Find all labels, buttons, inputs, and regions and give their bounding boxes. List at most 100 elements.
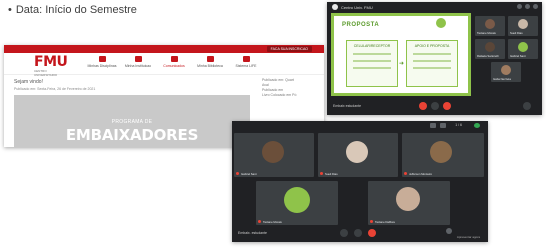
meeting-name: Embaix estudante bbox=[333, 104, 362, 108]
camera-icon[interactable] bbox=[431, 102, 439, 110]
caption-text: Data: Início do Semestre bbox=[15, 4, 137, 16]
participant-tile[interactable]: Jefferson Monteiro bbox=[402, 133, 484, 177]
avatar bbox=[430, 141, 452, 163]
meeting-name: Embaix. estudante bbox=[238, 231, 267, 235]
card-line bbox=[353, 67, 391, 69]
avatar bbox=[485, 42, 495, 52]
avatar bbox=[396, 187, 420, 211]
card-line bbox=[353, 60, 391, 62]
portal-top-bar: FACA SUA INSCRICAO bbox=[4, 45, 324, 53]
top-controls bbox=[517, 4, 538, 9]
participant-name: Rafaela Sartorelli bbox=[477, 54, 499, 58]
participant-name: Jefferson Monteiro bbox=[409, 172, 433, 176]
slide-card: CELULAR/RECEPTOR bbox=[346, 40, 398, 87]
mic-off-icon bbox=[236, 172, 239, 175]
participant-tile[interactable]: Sueli Dias bbox=[318, 133, 398, 177]
slide-card: APOIO E PROPOSTA bbox=[406, 40, 458, 87]
participant-name: Taciane Morais bbox=[263, 220, 282, 224]
meeting-window-grid: 1 / 6 Gabriel Sant Sueli Dias Jefferson … bbox=[232, 121, 488, 242]
mic-off-icon[interactable] bbox=[419, 102, 427, 110]
participant-name: Taciane Dalfiore bbox=[375, 220, 396, 224]
people-icon[interactable] bbox=[430, 123, 436, 128]
book-icon bbox=[98, 56, 106, 62]
avatar bbox=[284, 187, 310, 213]
seal-icon bbox=[436, 18, 446, 28]
participant-tile[interactable]: Sueli Dias bbox=[508, 16, 538, 36]
avatar bbox=[485, 19, 495, 29]
meeting-window-presentation: Centro Univ. FMU PROPOSTA CELULAR/RECEPT… bbox=[327, 2, 542, 115]
chat-icon[interactable] bbox=[525, 4, 530, 9]
menu-label: Minha Biblioteca bbox=[197, 64, 223, 68]
participant-tile[interactable]: Gaba Nezzeta bbox=[491, 62, 521, 82]
participant-name: Sueli Dias bbox=[510, 31, 523, 35]
menu-comunicados[interactable]: Comunicados bbox=[156, 55, 192, 68]
card-line bbox=[413, 53, 451, 55]
mic-off-icon bbox=[258, 220, 261, 223]
mic-off-icon bbox=[320, 172, 323, 175]
meeting-controls: Embaix estudante bbox=[327, 98, 542, 115]
banner-title: EMBAIXADORES ESTUDANTIS bbox=[65, 126, 199, 147]
participant-name: Sueli Dias bbox=[325, 172, 338, 176]
post-title: Sejam vindo! bbox=[14, 79, 43, 85]
camera-icon[interactable] bbox=[354, 229, 362, 237]
activities-icon[interactable] bbox=[533, 4, 538, 9]
menu-life[interactable]: Sistema LIFE bbox=[228, 55, 264, 68]
menu-label: Minha Instituicao bbox=[124, 64, 152, 68]
arrow-right-icon: ➜ bbox=[399, 61, 405, 67]
meeting-controls: Embaix. estudante Apresentar agora bbox=[232, 225, 488, 242]
participant-name: Gabriel Sant bbox=[241, 172, 257, 176]
program-banner: PROGRAMA DE EMBAIXADORES ESTUDANTIS bbox=[14, 95, 250, 147]
avatar bbox=[518, 42, 528, 52]
participant-tile[interactable]: Taciane Morais bbox=[475, 16, 505, 36]
participant-name: Taciane Morais bbox=[477, 31, 496, 35]
meeting-title: Centro Univ. FMU bbox=[341, 5, 373, 10]
avatar bbox=[346, 141, 368, 163]
menu-instituicao[interactable]: Minha Instituicao bbox=[120, 55, 156, 68]
present-icon[interactable] bbox=[523, 102, 531, 110]
present-icon[interactable] bbox=[446, 228, 452, 234]
mic-off-icon bbox=[370, 220, 373, 223]
participant-tile[interactable]: Gabriel Sant bbox=[234, 133, 314, 177]
portal-menu: Minhas Disciplinas Minha Instituicao Com… bbox=[84, 55, 264, 68]
avatar bbox=[518, 19, 528, 29]
slide-content: PROPOSTA CELULAR/RECEPTOR ➜ APOIO E PROP… bbox=[334, 16, 468, 93]
post-date: Publicado em: Sexta-Feira, 26 de Feverei… bbox=[14, 87, 96, 91]
people-icon[interactable] bbox=[517, 4, 522, 9]
menu-biblioteca[interactable]: Minha Biblioteca bbox=[192, 55, 228, 68]
card-title: CELULAR/RECEPTOR bbox=[353, 44, 391, 48]
slide-caption: • Data: Início do Semestre bbox=[8, 4, 137, 16]
caption-bullet: • bbox=[8, 4, 12, 16]
end-call-icon[interactable] bbox=[368, 229, 376, 237]
menu-label: Comunicados bbox=[163, 64, 185, 68]
participant-grid: Gabriel Sant Sueli Dias Jefferson Montei… bbox=[234, 133, 486, 225]
library-icon bbox=[206, 56, 214, 62]
participant-tile[interactable]: Taciane Morais bbox=[256, 181, 338, 225]
sidebar-line[interactable]: Livro Colocado em Pó bbox=[262, 93, 296, 98]
participant-name: Gabriel Sant bbox=[510, 54, 526, 58]
enroll-button[interactable]: FACA SUA INSCRICAO bbox=[266, 46, 312, 52]
fmu-logo[interactable]: FMU CENTRO UNIVERSITARIO bbox=[34, 55, 68, 77]
menu-disciplinas[interactable]: Minhas Disciplinas bbox=[84, 55, 120, 68]
org-avatar bbox=[332, 4, 338, 10]
participant-tile[interactable]: Taciane Dalfiore bbox=[368, 181, 450, 225]
slide-heading: PROPOSTA bbox=[342, 22, 380, 28]
building-icon bbox=[134, 56, 142, 62]
participant-name: Gaba Nezzeta bbox=[493, 77, 511, 81]
participant-count: 1 / 6 bbox=[455, 123, 462, 127]
portal-nav: FMU CENTRO UNIVERSITARIO Minhas Discipli… bbox=[4, 53, 324, 77]
top-bar: 1 / 6 bbox=[232, 121, 488, 131]
participant-tile[interactable]: Gabriel Sant bbox=[508, 39, 538, 59]
banner-subtitle: PROGRAMA DE bbox=[111, 119, 153, 125]
card-title: APOIO E PROPOSTA bbox=[414, 44, 450, 48]
present-label[interactable]: Apresentar agora bbox=[457, 235, 480, 239]
card-line bbox=[413, 60, 451, 62]
participant-tile[interactable]: Rafaela Sartorelli bbox=[475, 39, 505, 59]
mic-icon[interactable] bbox=[340, 229, 348, 237]
status-icon bbox=[474, 123, 480, 128]
logo-word: FMU bbox=[34, 54, 68, 70]
sidebar-list: Publicado em: Quart Aval Publicado em Li… bbox=[262, 78, 296, 98]
avatar bbox=[262, 141, 284, 163]
card-line bbox=[353, 53, 391, 55]
end-call-icon[interactable] bbox=[443, 102, 451, 110]
chat-icon[interactable] bbox=[440, 123, 446, 128]
